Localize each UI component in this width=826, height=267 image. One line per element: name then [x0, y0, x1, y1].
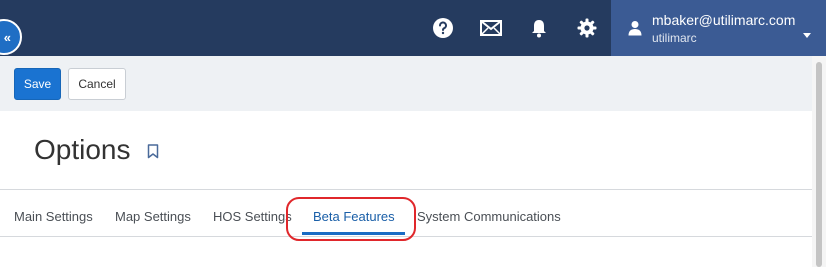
tab-main-settings[interactable]: Main Settings — [14, 209, 93, 224]
tab-map-settings[interactable]: Map Settings — [115, 209, 191, 224]
tab-system-communications[interactable]: System Communications — [417, 209, 561, 224]
save-button[interactable]: Save — [14, 68, 61, 100]
user-menu[interactable]: mbaker@utilimarc.com utilimarc — [611, 0, 826, 56]
user-icon — [628, 20, 642, 41]
tabs-top-divider — [0, 189, 812, 190]
highlight-annotation — [286, 197, 416, 241]
action-toolbar: Save Cancel — [0, 56, 812, 111]
caret-down-icon — [803, 25, 811, 43]
cancel-button[interactable]: Cancel — [68, 68, 126, 100]
user-email: mbaker@utilimarc.com — [652, 12, 796, 28]
mail-icon[interactable] — [479, 16, 503, 40]
tab-hos-settings[interactable]: HOS Settings — [213, 209, 292, 224]
bookmark-icon[interactable] — [147, 144, 159, 164]
gear-icon[interactable] — [575, 16, 599, 40]
scrollbar-thumb[interactable] — [816, 62, 822, 267]
user-organization: utilimarc — [652, 31, 697, 45]
bell-icon[interactable] — [527, 16, 551, 40]
page-title: Options — [34, 134, 131, 165]
double-chevron-left-icon: « — [3, 29, 11, 45]
help-icon[interactable] — [431, 16, 455, 40]
